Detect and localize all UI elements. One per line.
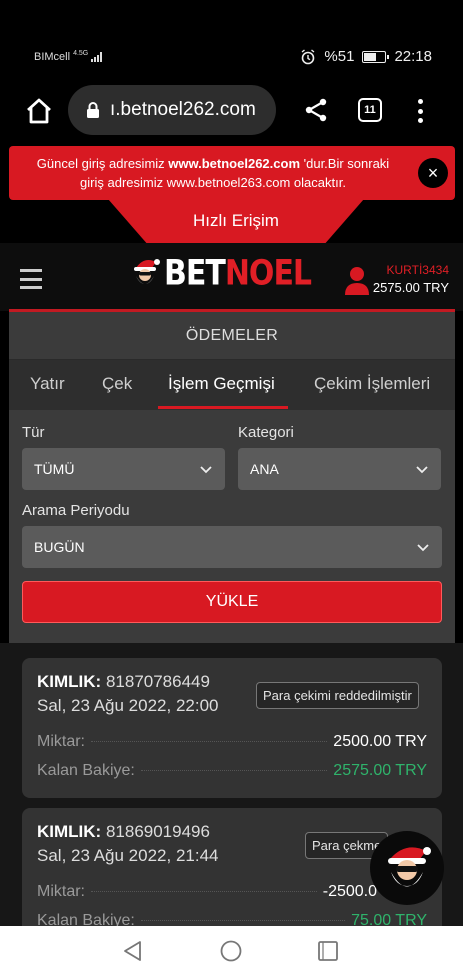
quick-access-tab[interactable]: Hızlı Erişim — [108, 199, 364, 243]
amount-label: Miktar: — [37, 733, 85, 750]
user-avatar-icon[interactable] — [344, 266, 370, 296]
load-button[interactable]: YÜKLE — [22, 581, 442, 623]
system-navigation-bar — [0, 926, 463, 978]
tab-withdrawal-transactions[interactable]: Çekim İşlemleri — [314, 374, 430, 394]
carrier-name: BIMcell — [34, 51, 71, 63]
transaction-card: KIMLIK: 81870786449 Sal, 23 Ağu 2022, 22… — [22, 658, 442, 798]
alarm-icon — [301, 48, 315, 64]
home-icon[interactable] — [24, 96, 54, 126]
logo-text-noel: NOEL — [224, 252, 312, 294]
status-bar: BIMcell 4.5G %51 22:18 — [0, 0, 463, 80]
home-nav-icon[interactable] — [219, 939, 243, 963]
lock-icon — [87, 102, 99, 118]
transaction-id-label: KIMLIK: — [37, 672, 102, 691]
battery-percent: %51 — [324, 48, 355, 65]
signal-icon — [91, 52, 103, 62]
category-select-value: ANA — [250, 461, 279, 477]
site-header: BETNOEL KURTİ3434 2575.00 TRY — [0, 243, 463, 311]
santa-support-icon — [388, 847, 431, 887]
period-select[interactable]: BUGÜN — [22, 526, 442, 568]
amount-row: Miktar: -2500.0 — [37, 883, 377, 901]
type-select[interactable]: TÜMÜ — [22, 448, 225, 490]
status-badge: Para çekimi reddedilmiştir — [256, 682, 419, 709]
address-notice-banner: Güncel giriş adresimiz www.betnoel262.co… — [9, 146, 455, 200]
tab-deposit[interactable]: Yatır — [30, 374, 65, 394]
battery-icon — [362, 50, 390, 63]
user-balance: 2575.00 TRY — [372, 280, 449, 295]
category-select[interactable]: ANA — [238, 448, 441, 490]
live-support-button[interactable] — [370, 831, 444, 905]
notice-line2: giriş adresimiz www.betnoel263.com olaca… — [80, 175, 346, 190]
browser-toolbar: ı.betnoel262.com 11 — [0, 80, 463, 144]
username: KURTİ3434 — [386, 263, 449, 277]
transaction-id-value: 81869019496 — [105, 822, 210, 841]
filter-form: Tür TÜMÜ Kategori ANA Arama Periyodu BUG… — [9, 410, 455, 623]
category-label: Kategori — [238, 424, 294, 441]
carrier-info: BIMcell 4.5G — [34, 49, 103, 63]
chevron-down-icon — [200, 466, 212, 474]
period-label: Arama Periyodu — [22, 502, 130, 519]
logo-text-bet: BET — [164, 252, 226, 294]
network-type: 4.5G — [73, 49, 89, 57]
chevron-down-icon — [417, 544, 429, 552]
amount-row: Miktar: 2500.00 TRY — [37, 733, 427, 751]
santa-logo-icon — [134, 259, 160, 284]
tab-withdraw[interactable]: Çek — [102, 374, 132, 394]
chevron-down-icon — [416, 466, 428, 474]
system-status: %51 22:18 — [300, 48, 432, 65]
balance-row: Kalan Bakiye: 2575.00 TRY — [37, 762, 427, 780]
transaction-id-value: 81870786449 — [105, 672, 210, 691]
type-label: Tür — [22, 424, 45, 441]
url-text: ı.betnoel262.com — [110, 99, 256, 120]
transaction-id-label: KIMLIK: — [37, 822, 102, 841]
transaction-id: KIMLIK: 81869019496 — [37, 822, 210, 842]
notice-text: Güncel giriş adresimiz www.betnoel262.co… — [9, 154, 417, 192]
user-account-info[interactable]: KURTİ3434 2575.00 TRY — [373, 263, 449, 295]
amount-value: -2500.0 — [322, 883, 377, 900]
balance-label: Kalan Bakiye: — [37, 762, 135, 779]
active-tab-indicator — [158, 406, 288, 409]
transaction-date: Sal, 23 Ağu 2022, 22:00 — [37, 696, 219, 715]
transaction-id: KIMLIK: 81870786449 — [37, 672, 210, 692]
hamburger-menu-icon[interactable] — [20, 269, 42, 289]
period-select-value: BUGÜN — [34, 539, 85, 555]
notice-line1-end: 'dur.Bir sonraki — [300, 156, 390, 171]
payments-panel: ÖDEMELER Yatır Çek İşlem Geçmişi Çekim İ… — [9, 309, 455, 643]
balance-value: 2575.00 TRY — [333, 762, 427, 779]
amount-label: Miktar: — [37, 883, 85, 900]
share-icon[interactable] — [303, 97, 329, 123]
notice-line1-start: Güncel giriş adresimiz — [36, 156, 169, 171]
transaction-date: Sal, 23 Ağu 2022, 21:44 — [37, 846, 219, 865]
tab-switcher-button[interactable]: 11 — [358, 98, 382, 122]
amount-value: 2500.00 TRY — [333, 733, 427, 750]
overflow-menu-icon[interactable] — [410, 96, 430, 126]
recent-apps-icon[interactable] — [316, 939, 340, 963]
tab-transaction-history[interactable]: İşlem Geçmişi — [168, 374, 275, 394]
address-bar[interactable]: ı.betnoel262.com — [68, 85, 276, 135]
type-select-value: TÜMÜ — [34, 461, 75, 477]
close-icon[interactable]: × — [418, 158, 448, 188]
clock: 22:18 — [394, 48, 432, 65]
payments-tabs: Yatır Çek İşlem Geçmişi Çekim İşlemleri — [9, 360, 455, 410]
payments-title: ÖDEMELER — [9, 312, 455, 360]
betnoel-logo[interactable]: BETNOEL — [130, 252, 312, 294]
notice-current-domain: www.betnoel262.com — [168, 156, 301, 171]
back-icon[interactable] — [121, 939, 145, 963]
